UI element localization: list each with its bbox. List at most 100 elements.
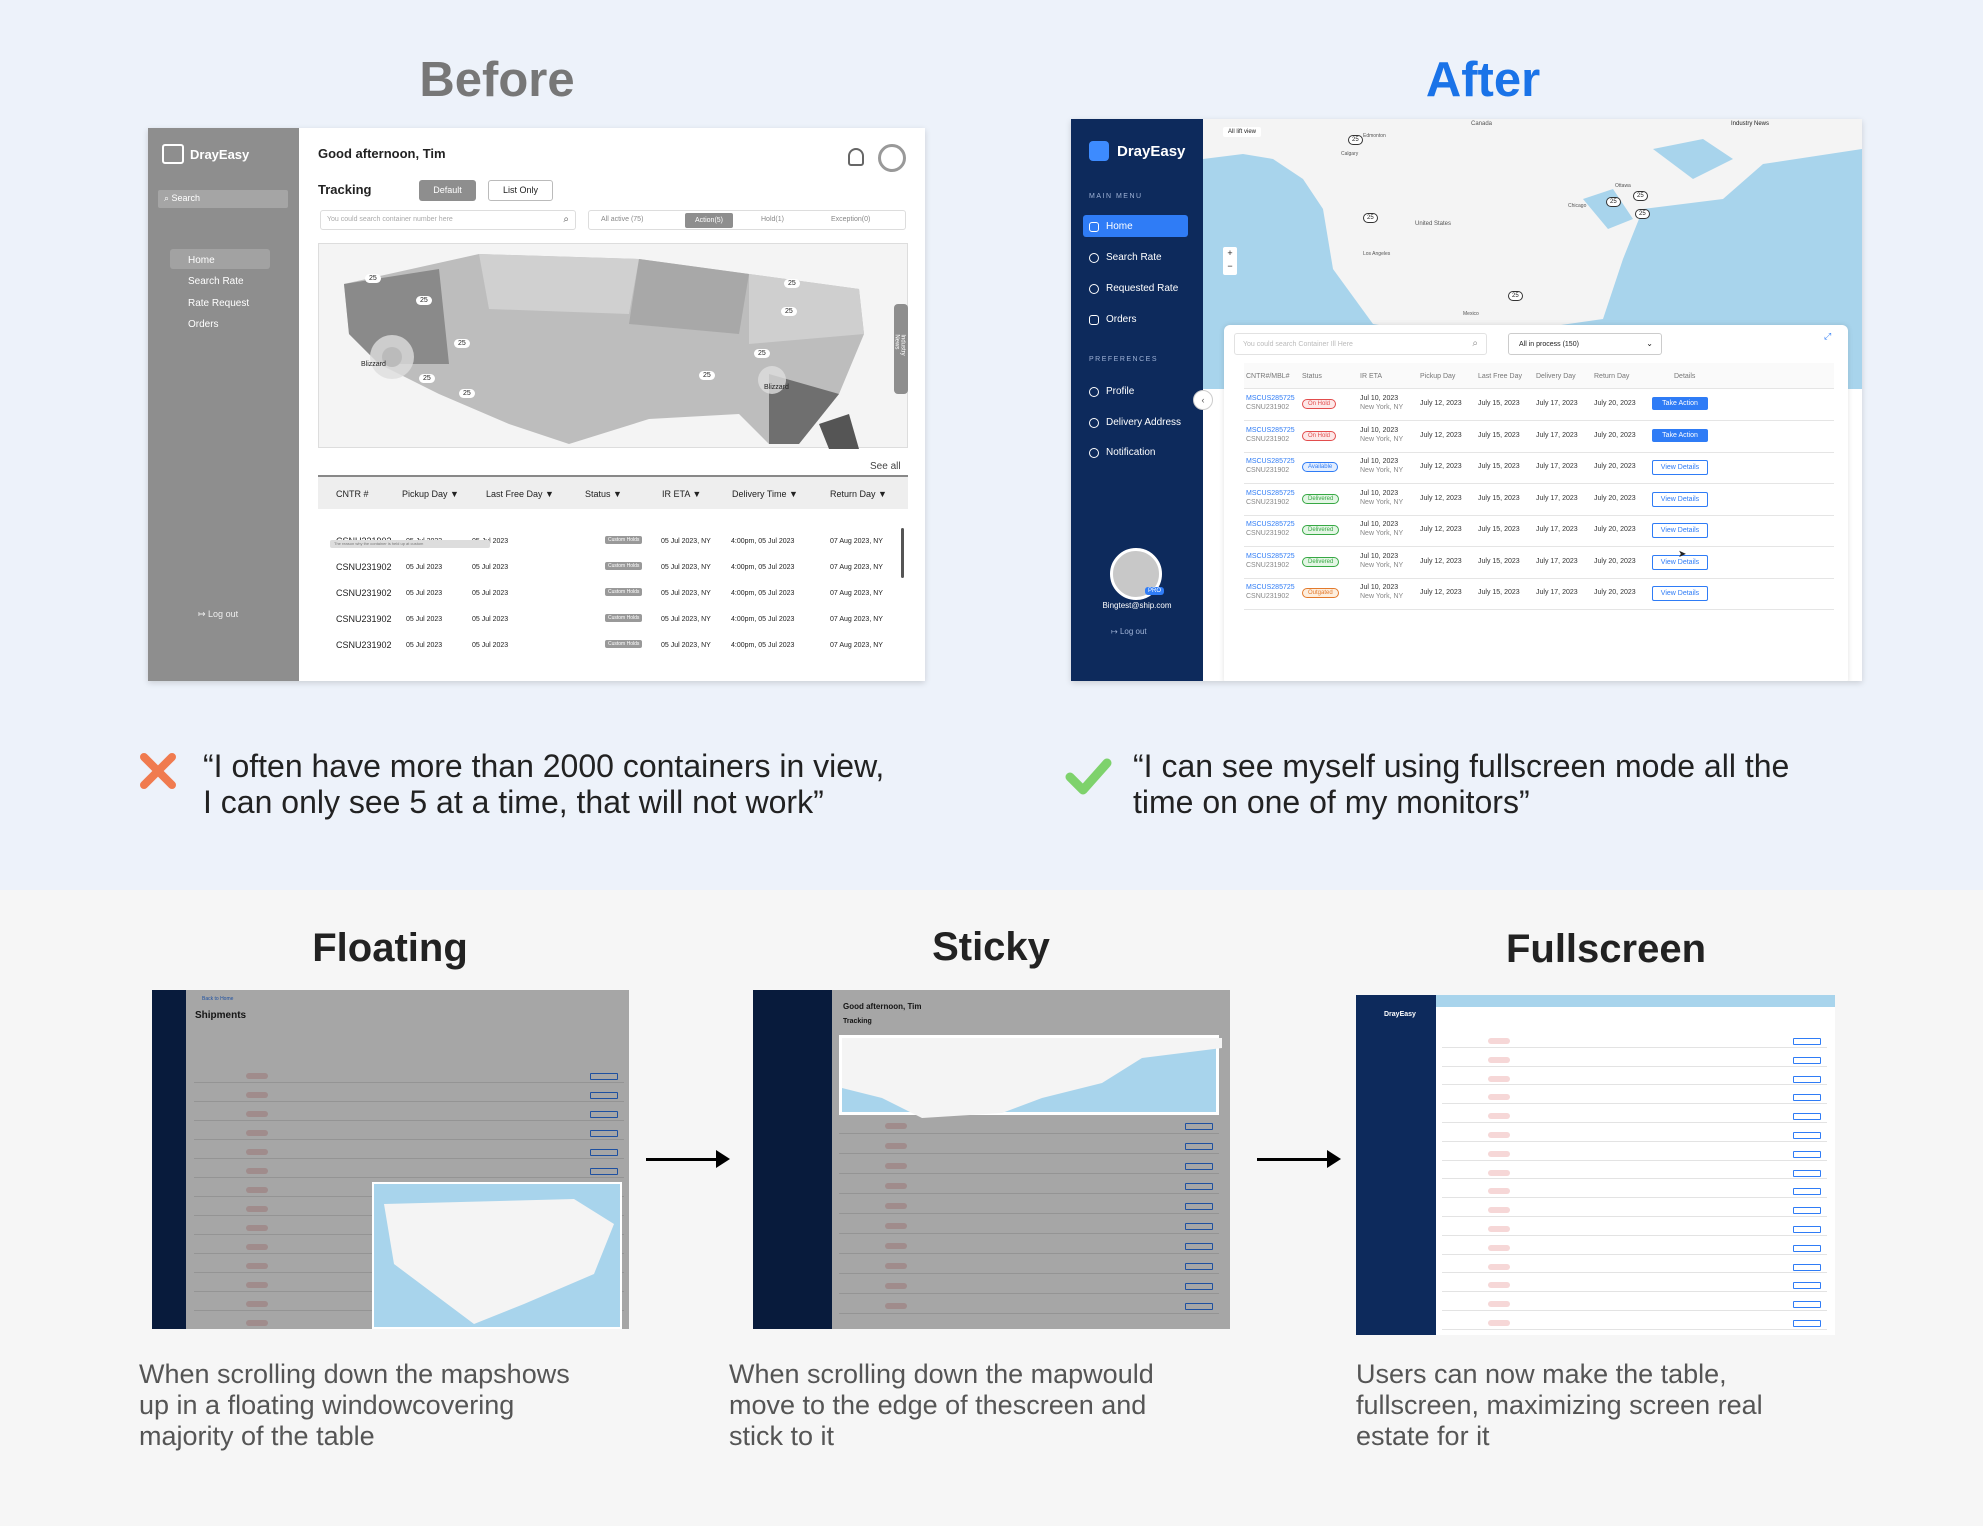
view-details-button[interactable]: View Details	[1652, 491, 1708, 507]
view-details-button[interactable]	[1793, 1038, 1821, 1045]
view-details-button[interactable]	[1793, 1301, 1821, 1309]
container-link[interactable]: MSCUS285725	[1246, 490, 1295, 497]
table-row[interactable]	[1442, 1148, 1827, 1161]
nav-orders[interactable]: Orders	[1089, 314, 1137, 325]
table-row[interactable]	[1442, 1054, 1827, 1067]
table-row[interactable]	[1442, 1261, 1827, 1274]
map-pin-badge[interactable]: 25	[1606, 197, 1621, 207]
container-link[interactable]: MSCUS285725	[1246, 427, 1295, 434]
view-details-button[interactable]	[1793, 1263, 1821, 1271]
table-row[interactable]	[1442, 1279, 1827, 1293]
nav-notification[interactable]: Notification	[1089, 447, 1155, 458]
table-row[interactable]	[1442, 1298, 1827, 1311]
map-badge[interactable]: 25	[784, 279, 800, 288]
expand-icon[interactable]: ⤢	[1824, 331, 1831, 342]
column-header[interactable]: Delivery Day	[1536, 373, 1576, 380]
take-action-button[interactable]: Take Action	[1652, 397, 1708, 410]
view-details-button[interactable]	[1793, 1244, 1821, 1252]
nav-rate-request[interactable]: Rate Request	[188, 298, 249, 309]
map-strip[interactable]	[1436, 995, 1835, 1007]
view-details-button[interactable]	[1793, 1169, 1821, 1177]
table-row[interactable]	[1442, 1317, 1827, 1330]
sticky-map[interactable]	[839, 1035, 1222, 1118]
table-row[interactable]	[1442, 1242, 1827, 1255]
column-header[interactable]: Last Free Day	[1478, 373, 1522, 380]
column-header[interactable]: Status	[1302, 373, 1322, 380]
table-row[interactable]: CSNU231902 05 Jul 2023 05 Jul 2023 Custom H…	[318, 588, 898, 608]
nav-orders[interactable]: Orders	[188, 319, 219, 330]
view-details-button[interactable]	[1793, 1320, 1821, 1327]
table-row[interactable]	[1442, 1073, 1827, 1086]
column-header[interactable]: Delivery Time ▼	[732, 489, 798, 499]
table-row[interactable]	[1442, 1035, 1827, 1048]
table-scrollbar[interactable]	[901, 528, 904, 578]
view-details-button[interactable]: View Details	[1652, 586, 1708, 601]
map-pin-badge[interactable]: 25	[1635, 209, 1650, 219]
column-header[interactable]: Details	[1674, 373, 1695, 380]
table-row[interactable]	[1442, 1091, 1827, 1105]
map-pin-badge[interactable]: 25	[1348, 135, 1363, 145]
container-link[interactable]: MSCUS285725	[1246, 553, 1295, 560]
view-details-button[interactable]: View Details	[1652, 460, 1708, 475]
see-all-link[interactable]: See all	[870, 461, 901, 472]
map-badge[interactable]: 25	[781, 307, 797, 316]
column-header[interactable]: IR ETA ▼	[662, 489, 701, 499]
avatar[interactable]	[878, 144, 906, 172]
tab-all-active[interactable]: All active (75)	[601, 216, 643, 223]
map-pin-badge[interactable]: 25	[1508, 291, 1523, 301]
table-row[interactable]	[1442, 1110, 1827, 1123]
map-badge[interactable]: 25	[459, 389, 475, 398]
column-header[interactable]: CNTR#/MBL#	[1246, 373, 1290, 380]
view-details-button[interactable]	[1793, 1188, 1821, 1196]
table-row[interactable]	[1442, 1129, 1827, 1142]
table-row[interactable]	[1442, 1223, 1827, 1236]
toggle-default[interactable]: Default	[419, 180, 476, 201]
all-lift-view-button[interactable]: All lift view	[1223, 127, 1262, 137]
nav-home[interactable]: Home	[1089, 221, 1133, 232]
column-header[interactable]: Return Day ▼	[830, 489, 887, 499]
map-badge[interactable]: 25	[416, 296, 432, 305]
column-header[interactable]: Pickup Day ▼	[402, 489, 459, 499]
zoom-control[interactable]: + −	[1223, 247, 1237, 275]
column-header[interactable]: Return Day	[1594, 373, 1629, 380]
view-details-button[interactable]	[1793, 1226, 1821, 1233]
nav-search-rate[interactable]: Search Rate	[188, 276, 244, 287]
toggle-list-only[interactable]: List Only	[488, 180, 553, 201]
container-link[interactable]: MSCUS285725	[1246, 458, 1295, 465]
view-details-button[interactable]	[1793, 1075, 1821, 1083]
map-badge[interactable]: 25	[419, 374, 435, 383]
container-link[interactable]: MSCUS285725	[1246, 584, 1295, 591]
view-details-button[interactable]	[1793, 1207, 1821, 1215]
tab-hold[interactable]: Hold(1)	[761, 216, 784, 223]
container-link[interactable]: MSCUS285725	[1246, 521, 1295, 528]
view-details-button[interactable]	[1793, 1113, 1821, 1121]
map-badge[interactable]: 25	[454, 339, 470, 348]
map-badge[interactable]: 25	[754, 349, 770, 358]
table-row[interactable]	[1442, 1204, 1827, 1217]
logout-link[interactable]: ↦ Log out	[1111, 627, 1147, 636]
column-header[interactable]: Last Free Day ▼	[486, 489, 554, 499]
column-header[interactable]: Pickup Day	[1420, 373, 1455, 380]
take-action-button[interactable]: Take Action	[1652, 428, 1708, 442]
nav-search-rate[interactable]: Search Rate	[1089, 252, 1162, 263]
table-row[interactable]: CSNU231902 05 Jul 2023 05 Jul 2023 Custom H…	[318, 614, 898, 634]
nav-home[interactable]: Home	[188, 255, 215, 266]
map-pin-badge[interactable]: 25	[1633, 191, 1648, 201]
map-badge[interactable]: 25	[365, 274, 381, 283]
nav-profile[interactable]: Profile	[1089, 386, 1134, 397]
status-filter-select[interactable]: All in process (150) ⌄	[1508, 333, 1662, 355]
nav-delivery-address[interactable]: Delivery Address	[1089, 417, 1181, 428]
view-details-button[interactable]	[1793, 1150, 1821, 1158]
container-search-input[interactable]: You could search Container Ill Here ⌕	[1234, 333, 1487, 355]
container-search-input[interactable]: You could search container number here ⌕	[320, 210, 576, 230]
nav-requested-rate[interactable]: Requested Rate	[1089, 283, 1178, 294]
view-details-button[interactable]: View Details	[1652, 523, 1708, 538]
map-pin-badge[interactable]: 25	[1363, 213, 1378, 223]
table-row[interactable]	[1442, 1185, 1827, 1199]
table-row[interactable]	[1442, 1167, 1827, 1180]
industry-news-tab[interactable]: Industry News	[894, 334, 906, 355]
table-row[interactable]: CSNU231902 05 Jul 2023 05 Jul 2023 Custom H…	[318, 562, 898, 582]
sidebar-search[interactable]: ⌕ Search	[158, 190, 288, 208]
column-header[interactable]: CNTR #	[336, 489, 369, 499]
industry-news-button[interactable]: Industry News	[1731, 121, 1769, 127]
